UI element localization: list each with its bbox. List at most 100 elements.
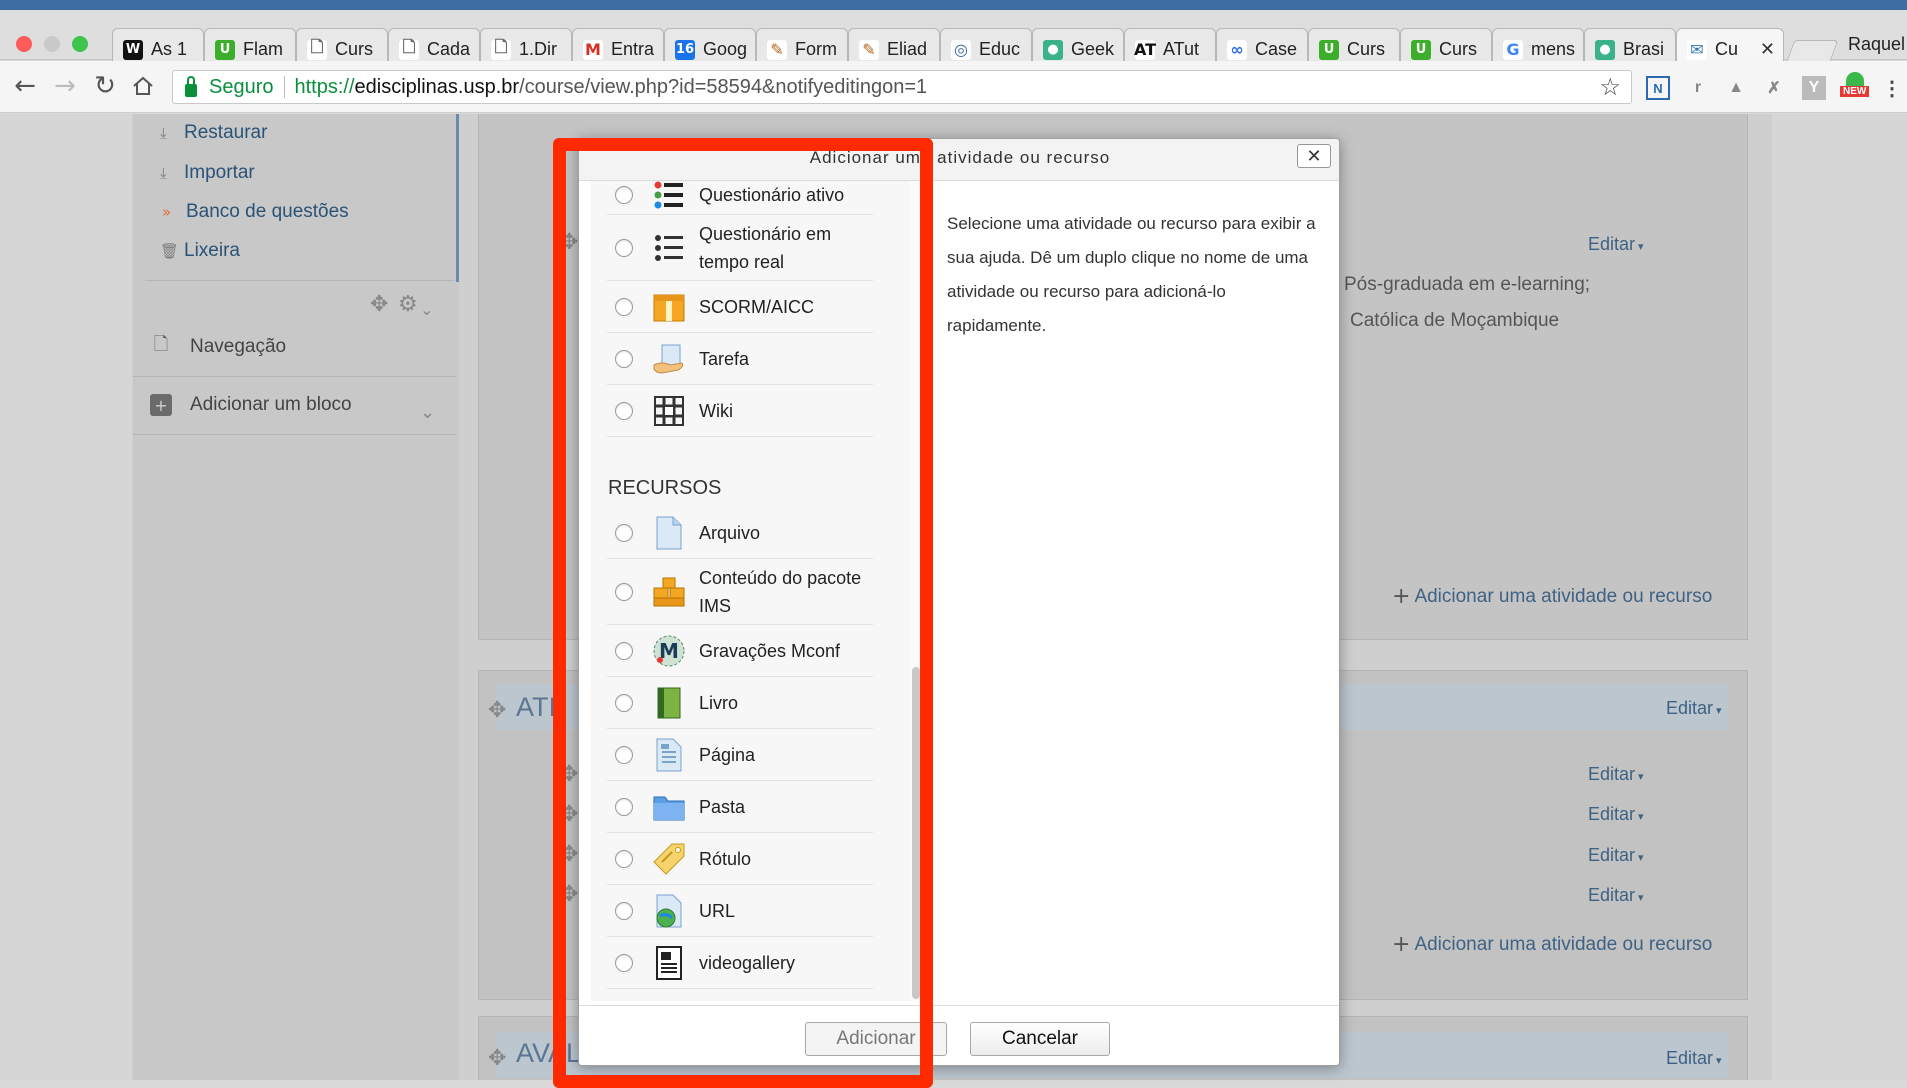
edit-menu[interactable]: Editar ▾ <box>1666 698 1722 719</box>
reload-icon: ↻ <box>94 71 116 101</box>
tab-favicon-icon: W <box>123 39 143 60</box>
url-bar[interactable]: Seguro https://edisciplinas.usp.br/cours… <box>172 70 1632 104</box>
item-edit-menu[interactable]: Editar ▾ <box>1588 845 1644 866</box>
trash-icon: 🗑 <box>160 242 180 260</box>
caret-down-icon: ▾ <box>1716 705 1722 717</box>
caret-down-icon: ▾ <box>1638 892 1644 904</box>
extension-drive-icon[interactable]: ▲ <box>1724 76 1748 100</box>
home-button[interactable] <box>126 69 160 103</box>
sidebar-link-label: Banco de questões <box>186 201 349 222</box>
caret-down-icon: ▾ <box>1638 852 1644 864</box>
tab-label: 1.Dir <box>519 39 558 59</box>
tab-favicon-icon: 🗋 <box>399 37 419 60</box>
tab-label: Geek <box>1071 39 1115 59</box>
tab-favicon-icon: ● <box>1595 39 1615 60</box>
restore-icon: ⤓ <box>160 124 167 142</box>
block-navegacao[interactable]: 🗋 Navegação <box>150 334 287 358</box>
tab-label: Educ <box>979 39 1021 59</box>
bookmark-star-icon[interactable]: ☆ <box>1599 73 1621 102</box>
sidebar-link-importar[interactable]: ⤓ Importar <box>160 162 255 184</box>
sidebar-link-banco-de-questoes[interactable]: » Banco de questões <box>162 201 349 223</box>
tab-favicon-icon: 16 <box>675 39 695 60</box>
sidebar-divider <box>145 280 455 281</box>
sidebar-link-label: Restaurar <box>184 122 268 143</box>
tab-label: Form <box>795 39 837 59</box>
chevron-down-icon[interactable]: ⌄ <box>420 402 435 423</box>
extension-y-icon[interactable]: Y <box>1802 76 1826 100</box>
arrow-left-icon: ← <box>14 71 36 101</box>
close-icon: ✕ <box>1306 145 1322 167</box>
chevron-right-icon: » <box>162 203 172 221</box>
block-adicionar-um-bloco[interactable]: + Adicionar um bloco <box>150 394 352 416</box>
block-label: Adicionar um bloco <box>190 394 352 415</box>
caret-down-icon: ▾ <box>1716 1055 1722 1067</box>
extension-x-icon[interactable]: ✗ <box>1762 76 1786 100</box>
section-description-line: Pós-graduada em e-learning; <box>1344 274 1591 295</box>
edit-label: Editar <box>1588 885 1636 905</box>
edit-menu[interactable]: Editar ▾ <box>1666 1048 1722 1069</box>
tab-favicon-icon: ● <box>1043 39 1063 60</box>
reload-button[interactable]: ↻ <box>88 69 122 103</box>
tab-favicon-icon: ✎ <box>767 39 787 60</box>
chevron-down-icon[interactable]: ⌄ <box>420 300 433 319</box>
home-icon <box>133 76 153 95</box>
add-activity-link[interactable]: + Adicionar uma atividade ou recurso <box>1392 932 1712 957</box>
caret-down-icon: ▾ <box>1638 241 1644 253</box>
tab-favicon-icon: U <box>1411 39 1431 60</box>
block-label: Navegação <box>190 336 287 357</box>
item-edit-menu[interactable]: Editar ▾ <box>1588 804 1644 825</box>
tab-favicon-icon: AT <box>1133 39 1157 60</box>
tab-favicon-icon: U <box>215 39 235 60</box>
lock-icon <box>185 75 197 97</box>
item-edit-menu[interactable]: Editar ▾ <box>1588 885 1644 906</box>
sidebar-accent-border <box>456 114 459 282</box>
block-settings-icon[interactable]: ⚙ <box>398 292 418 317</box>
tab-favicon-icon: 🗋 <box>307 37 327 60</box>
tab-label: Goog <box>703 39 748 59</box>
extension-n-icon[interactable]: N <box>1646 76 1670 100</box>
url-path: /course/view.php?id=58594&notifyeditingo… <box>519 75 928 98</box>
tab-favicon-icon: M <box>583 39 603 60</box>
edit-label: Editar <box>1588 804 1636 824</box>
minimize-window-button[interactable] <box>44 36 60 52</box>
tab-label: Cu <box>1715 39 1739 59</box>
item-edit-menu[interactable]: Editar ▾ <box>1588 764 1644 785</box>
tab-label: As 1 <box>151 39 188 59</box>
move-section-icon[interactable]: ✥ <box>488 698 506 723</box>
caret-down-icon: ▾ <box>1638 811 1644 823</box>
add-activity-link[interactable]: + Adicionar uma atividade ou recurso <box>1392 584 1712 609</box>
profile-name[interactable]: Raquel <box>1848 34 1905 55</box>
tab-label: Eliad <box>887 39 928 59</box>
edit-label: Editar <box>1588 845 1636 865</box>
sidebar-divider <box>133 376 456 377</box>
section-title: ATI <box>516 692 556 722</box>
add-activity-label: Adicionar uma atividade ou recurso <box>1414 933 1713 955</box>
move-block-icon[interactable]: ✥ <box>370 292 388 317</box>
edit-label: Editar <box>1666 698 1714 718</box>
close-dialog-button[interactable]: ✕ <box>1297 144 1331 168</box>
edit-label: Editar <box>1588 764 1636 784</box>
tab-favicon-icon: ✎ <box>859 39 879 60</box>
back-button[interactable]: ← <box>8 69 42 103</box>
sidebar-link-lixeira[interactable]: 🗑 Lixeira <box>160 240 240 262</box>
edit-menu[interactable]: Editar ▾ <box>1588 234 1644 255</box>
sidebar-link-label: Importar <box>184 162 255 183</box>
edit-label: Editar <box>1666 1048 1714 1068</box>
cancel-button[interactable]: Cancelar <box>970 1022 1110 1056</box>
url-scheme: https:// <box>294 75 355 98</box>
tab-label: Entra <box>611 39 655 59</box>
url-host: edisciplinas.usp.br <box>354 75 520 98</box>
close-tab-icon[interactable]: ✕ <box>1760 39 1775 60</box>
maximize-window-button[interactable] <box>72 36 88 52</box>
close-window-button[interactable] <box>16 36 32 52</box>
forward-button[interactable]: → <box>48 69 82 103</box>
extension-r-icon[interactable]: r <box>1686 76 1710 100</box>
extension-new-icon[interactable]: NEW <box>1840 72 1874 100</box>
sidebar-link-restaurar[interactable]: ⤓ Restaurar <box>160 122 267 144</box>
browser-menu-icon[interactable]: ⋮ <box>1880 76 1904 100</box>
sidebar-divider <box>133 434 456 435</box>
move-section-icon[interactable]: ✥ <box>488 1046 506 1071</box>
import-icon: ⤓ <box>160 164 167 182</box>
caret-down-icon: ▾ <box>1638 771 1644 783</box>
tab-strip: W As 1 U Flam 🗋 Curs 🗋 Cada 🗋 1.Dir M Entra 16 Goog ✎ F… <box>0 10 1907 70</box>
